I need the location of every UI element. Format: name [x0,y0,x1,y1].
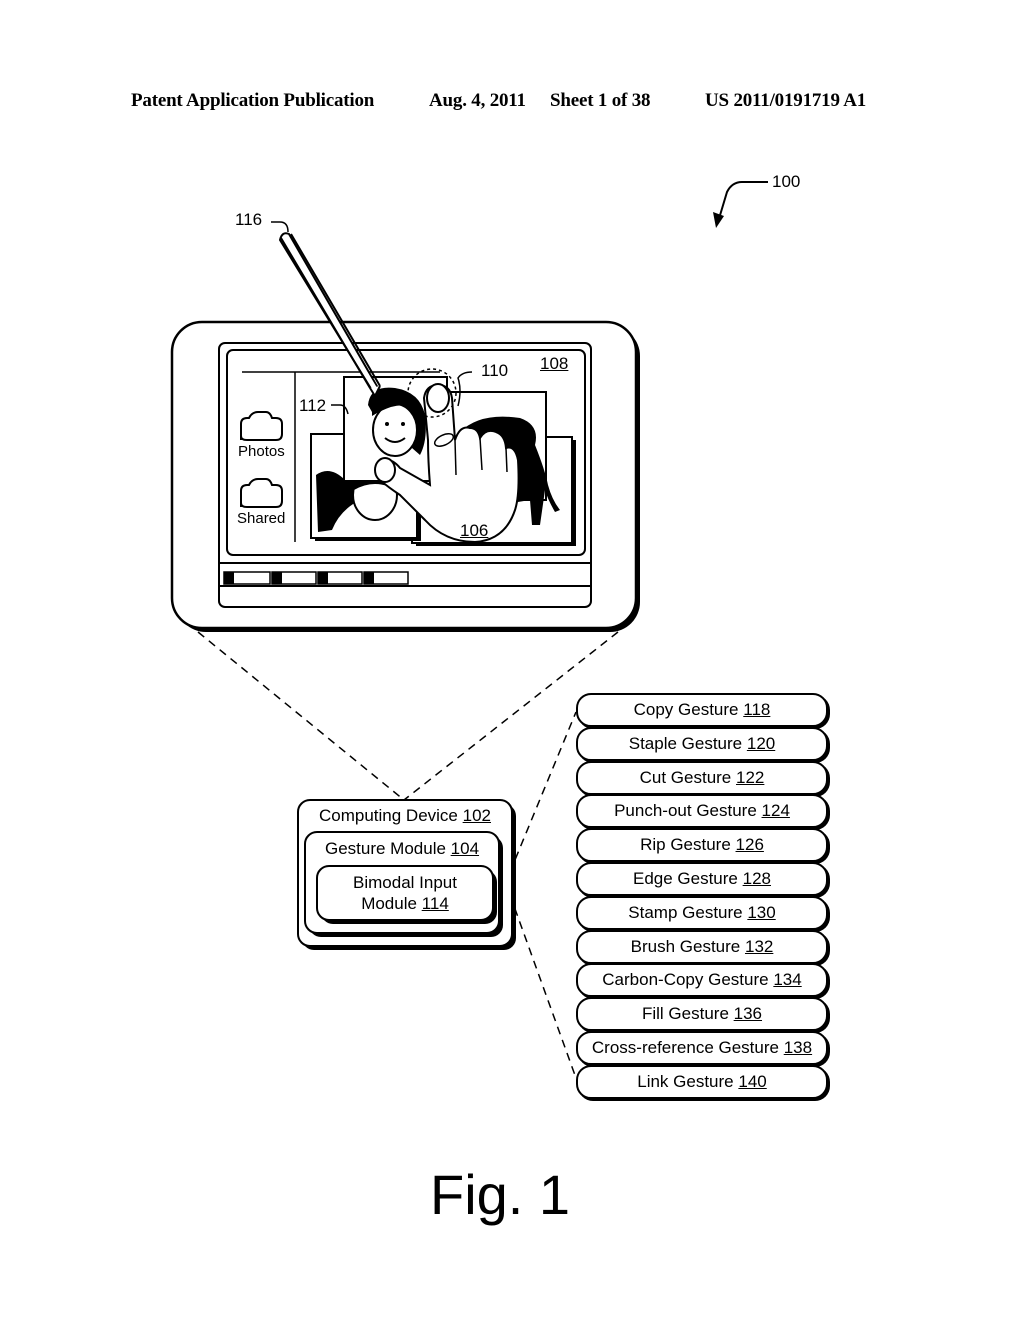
gesture-module-label: Gesture Module 104 [305,839,499,859]
gesture-name: Cut Gesture [639,767,732,787]
gesture-ref: 128 [742,869,771,888]
gesture-name: Rip Gesture [640,835,731,855]
gesture-module-name: Gesture Module [324,839,446,858]
ref-116-label: 116 [235,210,263,229]
gesture-item: Carbon-Copy Gesture 134 [576,963,828,998]
computing-device-label: Computing Device 102 [298,806,512,826]
gesture-ref: 132 [744,936,774,956]
gesture-ref: 124 [761,801,790,821]
gesture-ref: 136 [733,1004,763,1024]
gesture-name: Link Gesture [637,1071,734,1091]
bimodal-module-name-line2: Module 114 [317,893,493,914]
gesture-name: Fill Gesture [641,1004,729,1024]
thumb-tip [374,457,396,483]
gesture-ref: 118 [743,700,771,719]
system-ref-arrowhead [713,212,724,228]
gesture-ref: 130 [747,902,776,922]
taskbar-button-icon [224,572,234,584]
gesture-item: Rip Gesture 126 [576,828,828,863]
gesture-item: Link Gesture 140 [576,1064,828,1099]
gesture-ref: 122 [736,767,765,787]
gesture-item: Punch-out Gesture 124 [576,794,828,829]
gesture-item: Cut Gesture 122 [576,760,828,795]
gesture-item: Cross-reference Gesture 138 [576,1031,828,1065]
taskbar-button-icon [318,572,328,584]
gesture-name: Cross-reference Gesture [591,1038,779,1057]
gesture-item: Staple Gesture 120 [576,726,828,761]
gesture-name: Staple Gesture [628,733,743,753]
gesture-name: Copy Gesture [633,700,739,719]
computing-device-name: Computing Device [318,806,458,825]
taskbar-button-icon [272,572,282,584]
gesture-name: Edge Gesture [632,869,738,888]
gesture-name: Punch-out Gesture [614,801,757,821]
taskbar-buttons [223,571,409,585]
gesture-name: Carbon-Copy Gesture [602,970,769,990]
ref-100-label: 100 [772,172,801,191]
taskbar-button-icon [364,572,374,584]
gesture-module-ref: 104 [450,839,480,858]
diagram-canvas [170,181,768,1079]
ref-112-label: 112 [299,396,327,415]
ref-110-label: 110 [481,361,509,380]
bimodal-module-ref: 114 [421,894,449,913]
bimodal-module-label: Bimodal Input Module 114 [317,872,493,914]
figure-caption: Fig. 1 [430,1163,571,1226]
ref-106-label: 106 [460,521,489,540]
gesture-item: Edge Gesture 128 [576,862,828,896]
gesture-ref: 138 [783,1038,813,1057]
fingertip [426,383,450,413]
expand-dashed-line-top [509,711,577,873]
ref-116-leader [271,221,289,233]
gesture-item: Brush Gesture 132 [576,929,828,964]
ref-108-label: 108 [540,354,569,373]
gesture-name: Brush Gesture [630,936,741,956]
gesture-ref: 120 [746,733,776,753]
system-ref-arrow [717,181,768,223]
bimodal-module-word: Module [361,894,417,913]
gesture-item: Stamp Gesture 130 [576,895,828,930]
bimodal-module-name-line1: Bimodal Input [353,873,457,892]
expand-dashed-line-bottom [509,894,577,1079]
gesture-ref: 126 [735,835,764,855]
sidebar-item-shared[interactable]: Shared [237,510,285,527]
gesture-ref: 134 [773,970,802,990]
boy-face [372,403,418,457]
gesture-item: Copy Gesture 118 [576,693,828,727]
zoom-dashed-line-left [197,631,405,801]
gesture-ref: 140 [738,1071,767,1091]
computing-device-ref: 102 [462,806,491,825]
sidebar-item-photos[interactable]: Photos [238,443,285,460]
gesture-name: Stamp Gesture [628,902,743,922]
gesture-item: Fill Gesture 136 [576,997,828,1032]
